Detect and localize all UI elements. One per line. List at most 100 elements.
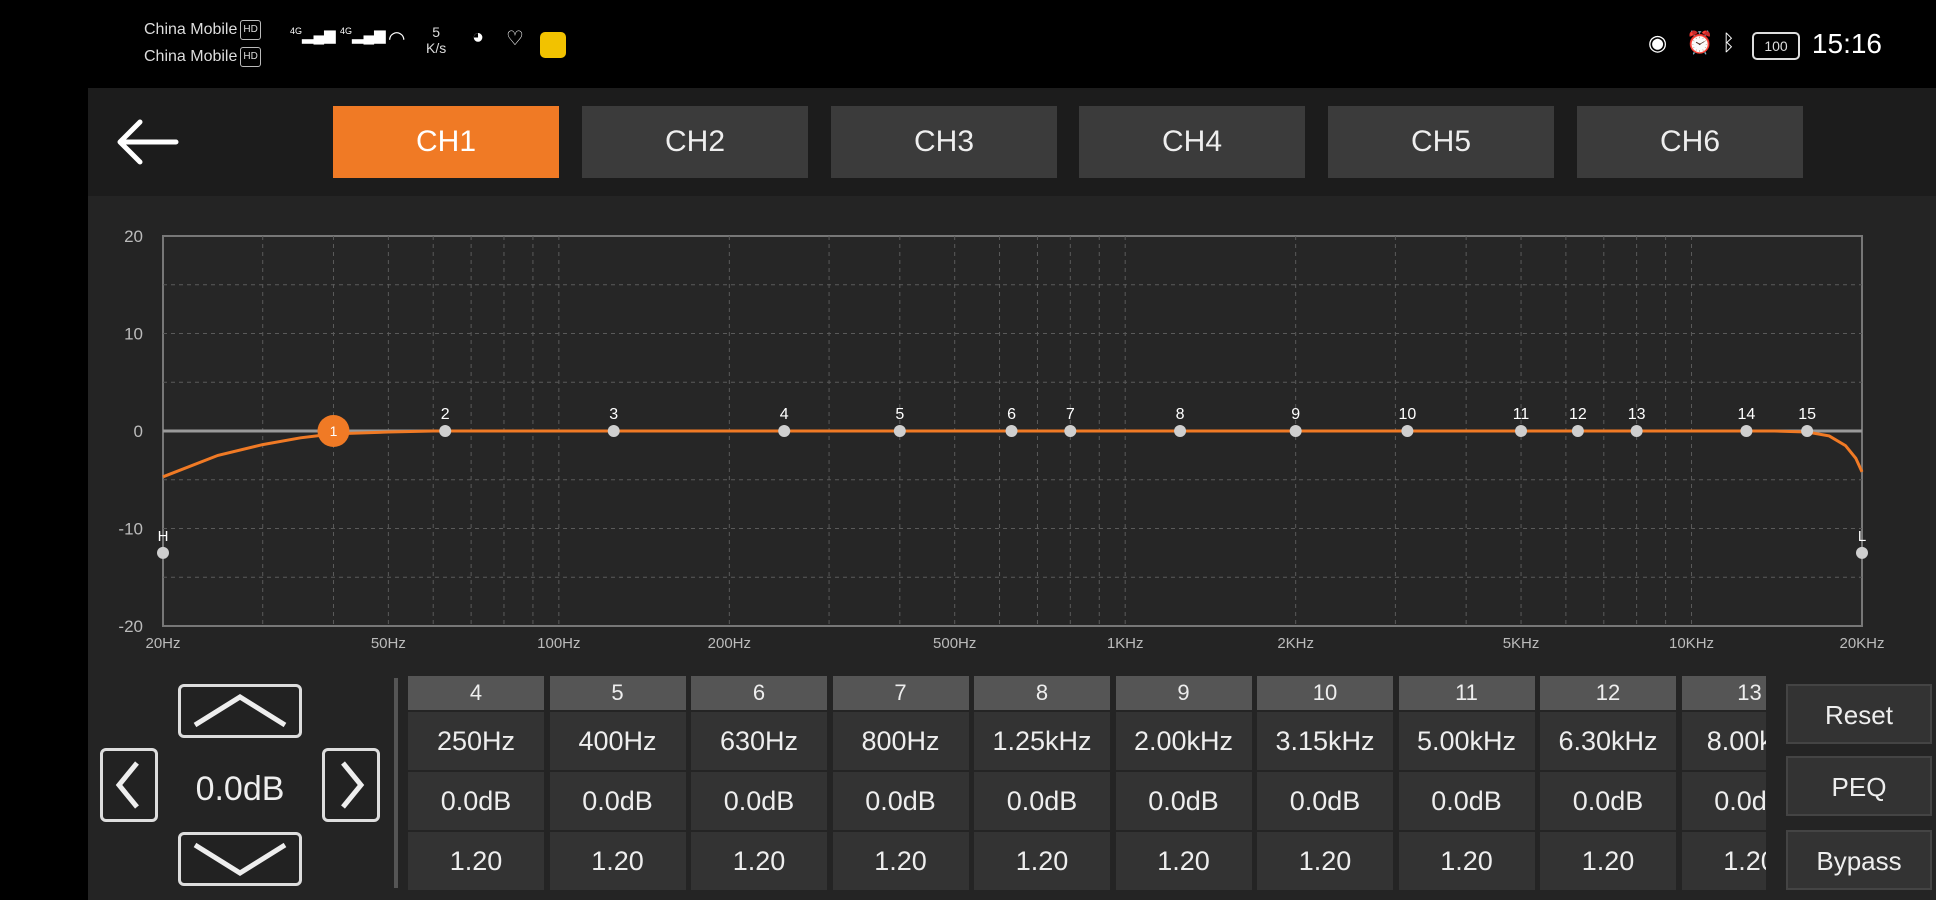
band-point-label: 6 — [1007, 406, 1016, 423]
carrier-1-label: China Mobile — [144, 21, 238, 39]
tab-ch5[interactable]: CH5 — [1328, 106, 1554, 178]
band-point-label: 14 — [1738, 406, 1756, 423]
band-gain[interactable]: 0.0dB — [691, 770, 827, 830]
eq-graph[interactable]: 20 10 0 -10 -2020Hz 50Hz 100Hz 200Hz 500Hz 1KHz 2K… — [88, 196, 1936, 656]
x-tick-label: 50Hz — [371, 635, 406, 652]
clock: 15:16 — [1811, 28, 1882, 59]
band-frequency[interactable]: 3.15kHz — [1257, 710, 1393, 770]
band-q[interactable]: 1.20 — [408, 830, 544, 890]
band-gain[interactable]: 0.0dB — [832, 770, 969, 830]
alarm-icon: ⏰ — [1686, 30, 1714, 55]
band-gain[interactable]: 0.0dB — [1115, 770, 1252, 830]
tab-ch2[interactable]: CH2 — [582, 106, 808, 178]
highpass-point — [157, 546, 169, 559]
gain-value: 0.0dB — [195, 770, 285, 808]
band-point — [439, 425, 452, 437]
band-frequency[interactable]: 2.00kHz — [1115, 710, 1252, 770]
band-gain[interactable]: 0.0dB — [549, 770, 686, 830]
band-number: 11 — [1398, 676, 1535, 710]
band-gain[interactable]: 0.0dB — [974, 770, 1110, 830]
band-point-label: 4 — [780, 406, 789, 423]
band-q[interactable]: 1.20 — [1398, 830, 1535, 890]
band-frequency[interactable]: 8.00kH — [1681, 710, 1766, 770]
band-gain[interactable]: 0.0dB — [1398, 770, 1535, 830]
chevron-right-icon — [341, 761, 365, 809]
band-point-label: 8 — [1176, 406, 1185, 423]
carrier-2-label: China Mobile — [144, 48, 238, 66]
back-arrow-icon[interactable] — [112, 116, 182, 168]
band-number: 10 — [1257, 676, 1393, 710]
band-point-label: 13 — [1628, 406, 1646, 423]
x-tick-label: 5KHz — [1503, 635, 1540, 652]
band-frequency[interactable]: 1.25kHz — [974, 710, 1110, 770]
band-frequency[interactable]: 6.30kHz — [1540, 710, 1676, 770]
band-frequency[interactable]: 400Hz — [549, 710, 686, 770]
band-point — [778, 425, 791, 437]
band-number: 4 — [408, 676, 544, 710]
band-q[interactable]: 1.20 — [832, 830, 969, 890]
band-number: 13 — [1681, 676, 1766, 710]
x-tick-label: 200Hz — [708, 635, 751, 652]
band-point — [1515, 425, 1528, 437]
highpass-label: H — [158, 528, 169, 545]
reset-button[interactable]: Reset — [1786, 684, 1932, 744]
band-frequency[interactable]: 250Hz — [408, 710, 544, 770]
band-q[interactable]: 1.20 — [1115, 830, 1252, 890]
band-gain[interactable]: 0.0dB — [408, 770, 544, 830]
heart-icon: ♡ — [506, 28, 524, 50]
band-point — [1801, 425, 1814, 437]
band-point — [1740, 425, 1753, 437]
top-bar: CH1 CH2 CH3 CH4 CH5 CH6 — [88, 88, 1936, 196]
band-q[interactable]: 1.20 — [974, 830, 1110, 890]
band-point-label: 15 — [1798, 406, 1816, 423]
tab-ch4[interactable]: CH4 — [1079, 106, 1305, 178]
band-point-label: 10 — [1398, 406, 1416, 423]
band-q[interactable]: 1.20 — [549, 830, 686, 890]
chevron-left-icon — [115, 761, 139, 809]
tab-ch3[interactable]: CH3 — [831, 106, 1057, 178]
status-bar: China Mobile HD China Mobile HD 4G▂▄▆ 4G▂▄… — [0, 0, 1936, 88]
band-point — [1005, 425, 1018, 437]
band-q[interactable]: 1.20 — [1540, 830, 1676, 890]
gain-down-button[interactable] — [178, 832, 302, 886]
bluetooth-icon: ᛒ — [1722, 30, 1736, 55]
band-point — [607, 425, 620, 437]
wechat-icon: ◕ — [472, 26, 485, 48]
band-frequency[interactable]: 5.00kHz — [1398, 710, 1535, 770]
band-point-label: 11 — [1513, 406, 1530, 423]
band-point-label: 1 — [330, 423, 338, 439]
chevron-up-icon — [193, 694, 287, 728]
band-gain[interactable]: 0.0dB — [1681, 770, 1766, 830]
peq-button[interactable]: PEQ — [1786, 756, 1932, 816]
band-frequency[interactable]: 800Hz — [832, 710, 969, 770]
band-frequency[interactable]: 630Hz — [691, 710, 827, 770]
band-column: 6 630Hz 0.0dB 1.20 — [691, 676, 827, 900]
band-point — [1630, 425, 1643, 437]
band-column: 11 5.00kHz 0.0dB 1.20 — [1398, 676, 1535, 900]
band-column: 10 3.15kHz 0.0dB 1.20 — [1257, 676, 1393, 900]
tab-ch6[interactable]: CH6 — [1577, 106, 1803, 178]
carrier-1: China Mobile HD — [144, 20, 261, 40]
band-point — [893, 425, 906, 437]
band-q[interactable]: 1.20 — [1681, 830, 1766, 890]
eye-icon: ◉ — [1648, 30, 1668, 55]
band-prev-button[interactable] — [100, 748, 158, 822]
wifi-icon: ◠ — [388, 28, 406, 50]
bypass-button[interactable]: Bypass — [1786, 830, 1932, 890]
band-number: 7 — [832, 676, 969, 710]
band-point — [1174, 425, 1187, 437]
gain-up-button[interactable] — [178, 684, 302, 738]
tab-ch1[interactable]: CH1 — [333, 106, 559, 178]
y-tick-label: 0 — [134, 422, 143, 441]
band-next-button[interactable] — [322, 748, 380, 822]
band-number: 12 — [1540, 676, 1676, 710]
band-point-label: 5 — [895, 406, 904, 423]
band-q[interactable]: 1.20 — [1257, 830, 1393, 890]
band-column: 7 800Hz 0.0dB 1.20 — [832, 676, 969, 900]
band-point — [1401, 425, 1414, 437]
band-point — [1289, 425, 1302, 437]
band-gain[interactable]: 0.0dB — [1257, 770, 1393, 830]
band-gain[interactable]: 0.0dB — [1540, 770, 1676, 830]
x-tick-label: 2KHz — [1277, 635, 1314, 652]
band-q[interactable]: 1.20 — [691, 830, 827, 890]
